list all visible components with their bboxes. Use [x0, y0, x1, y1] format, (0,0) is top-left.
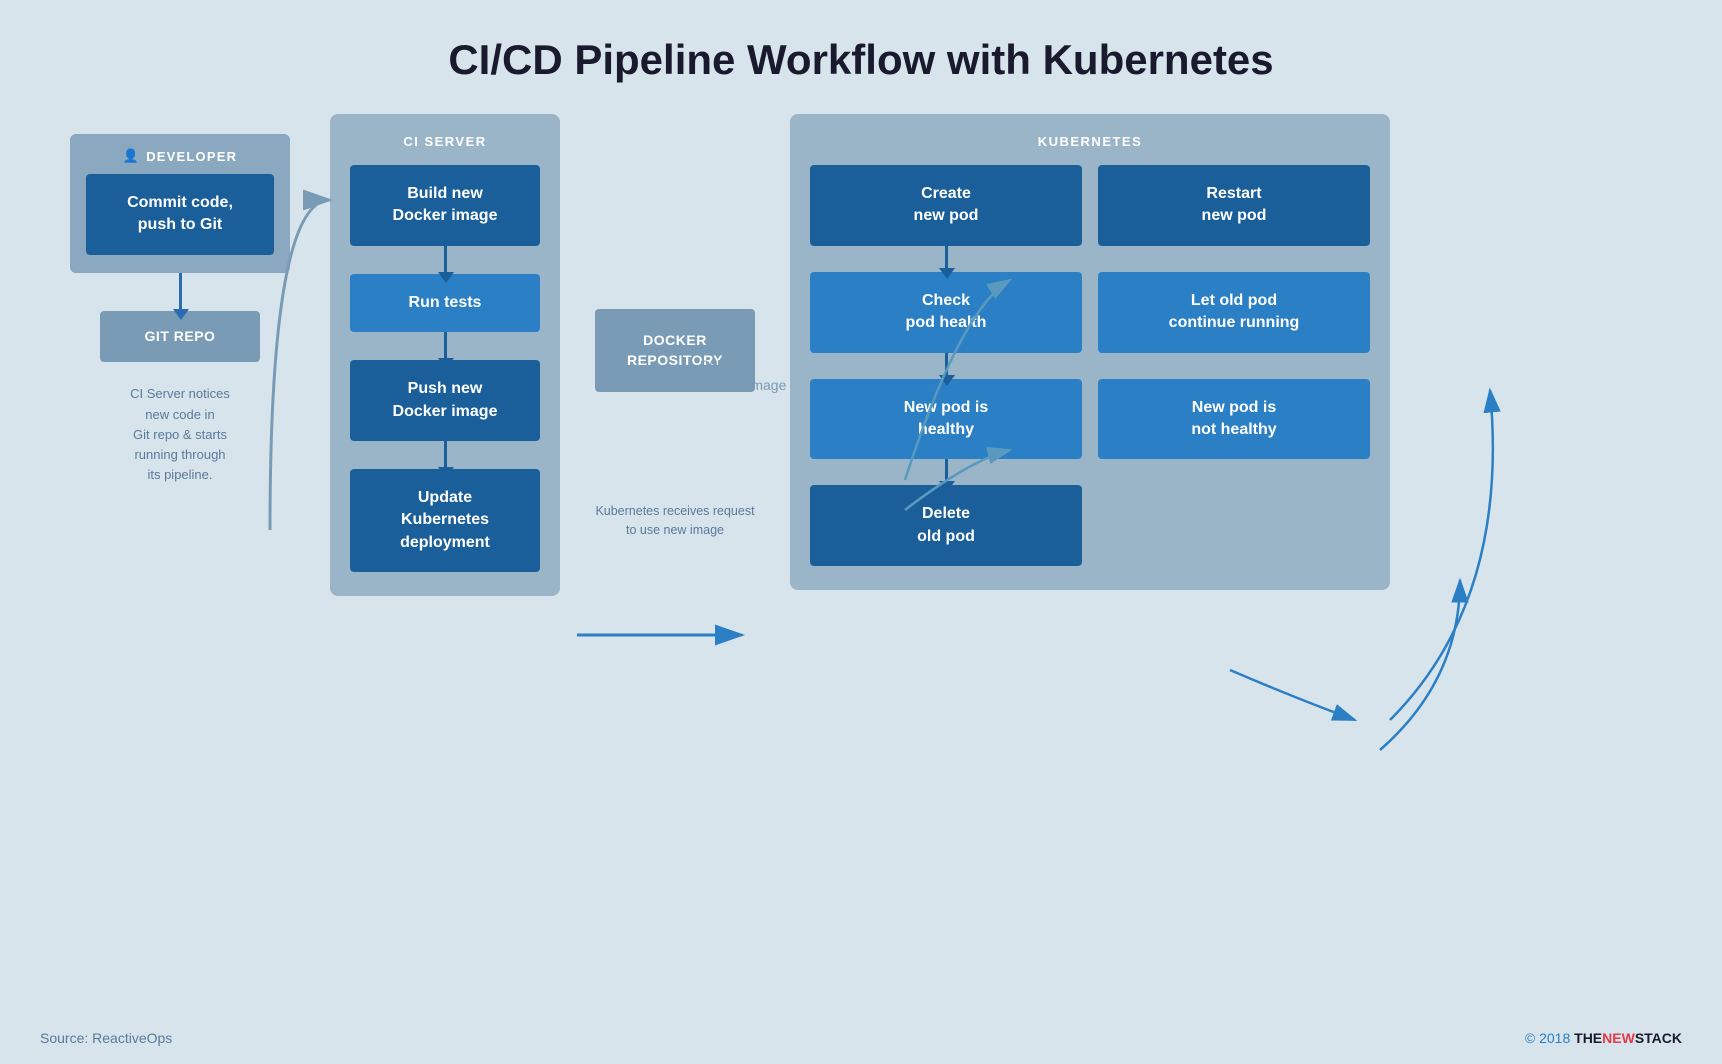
developer-box: 👤 DEVELOPER Commit code, push to Git — [70, 134, 290, 273]
k8s-arrow-healthy — [945, 459, 948, 483]
kubernetes-request-text: Kubernetes receives request to use new i… — [595, 502, 754, 540]
k8s-check-health: Check pod health — [810, 272, 1082, 353]
developer-label: 👤 DEVELOPER — [123, 148, 237, 164]
k8s-row-3: New pod is healthy New pod is not health… — [810, 379, 1370, 460]
commit-box: Commit code, push to Git — [86, 174, 274, 255]
k8s-pod-healthy: New pod is healthy — [810, 379, 1082, 460]
ci-step-1: Build new Docker image — [350, 165, 540, 246]
k8s-pod-not-healthy: New pod is not healthy — [1098, 379, 1370, 460]
k8s-arrows-1 — [810, 246, 1370, 270]
brand-the: THE — [1574, 1030, 1602, 1046]
person-icon: 👤 — [123, 148, 140, 164]
k8s-arrow-col4 — [1098, 353, 1370, 377]
k8s-create-pod: Create new pod — [810, 165, 1082, 246]
ci-server-label: CI SERVER — [403, 134, 486, 149]
ci-arrow-2 — [444, 332, 447, 360]
k8s-arrows-2 — [810, 353, 1370, 377]
k8s-row-1: Create new pod Restart new pod — [810, 165, 1370, 246]
k8s-arrow-col6 — [1098, 459, 1370, 483]
dev-arrow-1 — [179, 273, 182, 311]
k8s-empty-cell — [1098, 485, 1370, 566]
copyright-symbol: © 2018 — [1525, 1030, 1570, 1046]
ci-step-3: Push new Docker image — [350, 360, 540, 441]
ci-arrow-3 — [444, 441, 447, 469]
k8s-arrow-create — [945, 246, 948, 270]
ci-arrow-1 — [444, 246, 447, 274]
k8s-arrows-3 — [810, 459, 1370, 483]
k8s-arrow-col5 — [810, 459, 1082, 483]
source-text: Source: ReactiveOps — [40, 1030, 172, 1046]
ci-step-4: Update Kubernetes deployment — [350, 469, 540, 572]
ci-server-section: CI SERVER Build new Docker image Run tes… — [330, 114, 560, 596]
brand-new: NEW — [1602, 1030, 1635, 1046]
k8s-row-4: Delete old pod — [810, 485, 1370, 566]
copyright-text: © 2018 THENEWSTACK — [1525, 1030, 1682, 1046]
k8s-let-old-pod: Let old pod continue running — [1098, 272, 1370, 353]
kubernetes-section: KUBERNETES Create new pod Restart new po… — [790, 114, 1390, 590]
developer-column: 👤 DEVELOPER Commit code, push to Git GIT… — [60, 114, 300, 485]
ci-notice: CI Server notices new code in Git repo &… — [120, 384, 240, 485]
k8s-arrow-health — [945, 353, 948, 377]
diagram-area: 👤 DEVELOPER Commit code, push to Git GIT… — [0, 114, 1722, 596]
brand-stack: STACK — [1635, 1030, 1682, 1046]
k8s-delete-pod: Delete old pod — [810, 485, 1082, 566]
k8s-arrow-col3 — [810, 353, 1082, 377]
docker-column: DOCKER REPOSITORY Kubernetes receives re… — [580, 114, 770, 540]
page-title: CI/CD Pipeline Workflow with Kubernetes — [0, 0, 1722, 114]
k8s-arrow-col2 — [1098, 246, 1370, 270]
k8s-restart-pod: Restart new pod — [1098, 165, 1370, 246]
k8s-arrow-col1 — [810, 246, 1082, 270]
kubernetes-label: KUBERNETES — [810, 134, 1370, 149]
footer: Source: ReactiveOps © 2018 THENEWSTACK — [0, 1030, 1722, 1046]
k8s-row-2: Check pod health Let old pod continue ru… — [810, 272, 1370, 353]
docker-repo-box: DOCKER REPOSITORY — [595, 309, 755, 392]
